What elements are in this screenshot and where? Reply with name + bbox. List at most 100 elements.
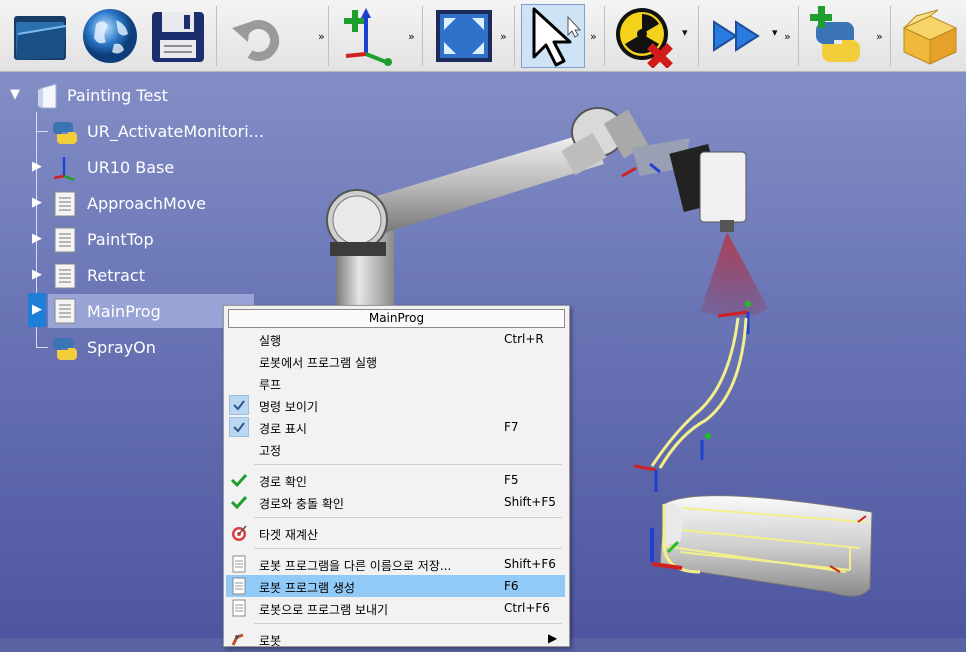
menu-item-label: 로봇으로 프로그램 보내기 xyxy=(259,603,389,617)
menu-item-label: 타겟 재계산 xyxy=(259,528,319,542)
menu-item-check-path[interactable]: 경로 확인 F5 xyxy=(226,469,565,491)
tree-root-painting-test[interactable]: ▼ Painting Test xyxy=(0,78,260,112)
menu-item-label: 로봇에서 프로그램 실행 xyxy=(259,356,378,370)
menu-item-run-on-robot[interactable]: 로봇에서 프로그램 실행 xyxy=(226,350,565,372)
robot-upper-link xyxy=(350,132,604,240)
menu-item-label: 로봇 xyxy=(259,634,282,648)
menu-item-recalculate-targets[interactable]: 타겟 재계산 xyxy=(226,522,565,544)
menu-item-save-program-as[interactable]: 로봇 프로그램을 다른 이름으로 저장... Shift+F6 xyxy=(226,553,565,575)
spray-cone xyxy=(700,232,768,318)
document-icon xyxy=(229,576,249,596)
menu-item-shortcut: F5 xyxy=(504,473,519,487)
menu-item-lock[interactable]: 고정 xyxy=(226,438,565,460)
menu-item-shortcut: Ctrl+F6 xyxy=(504,601,550,615)
save-icon xyxy=(152,12,204,62)
tree-item-label: UR10 Base xyxy=(87,158,175,177)
menu-item-label: 경로 확인 xyxy=(259,475,307,489)
menu-item-label: 고정 xyxy=(259,444,282,458)
menu-item-robot[interactable]: 로봇 ▶ xyxy=(226,628,565,650)
program-icon xyxy=(52,190,78,218)
globe-icon xyxy=(83,9,137,63)
menu-item-run[interactable]: 실행 Ctrl+R xyxy=(226,328,565,350)
fast-forward-button[interactable] xyxy=(706,4,770,68)
main-toolbar: » » » » ▾ ▾ » » xyxy=(0,0,966,72)
collision-off-icon xyxy=(616,8,673,69)
fast-forward-icon xyxy=(713,20,760,52)
add-reference-frame-icon xyxy=(344,8,392,66)
tree-item-ur10-base[interactable]: ▶ UR10 Base xyxy=(0,150,260,184)
toolbar-more-5[interactable]: » xyxy=(784,30,791,43)
toolbar-more-4[interactable]: » xyxy=(590,30,597,43)
reference-frame-icon xyxy=(52,154,78,182)
package-icon xyxy=(902,9,958,65)
toolbar-more-2[interactable]: » xyxy=(408,30,415,43)
target-icon xyxy=(229,523,249,543)
menu-item-generate-program[interactable]: 로봇 프로그램 생성 F6 xyxy=(226,575,565,597)
tree-item-approach-move[interactable]: ▶ ApproachMove xyxy=(0,186,260,220)
undo-button[interactable] xyxy=(224,4,288,68)
station-icon xyxy=(36,82,62,110)
tree-root-expander[interactable]: ▼ xyxy=(10,87,20,102)
tree-item-label: Retract xyxy=(87,266,145,285)
add-python-button[interactable] xyxy=(806,4,870,68)
menu-item-label: 로봇 프로그램 생성 xyxy=(259,581,355,595)
collision-toggle-button[interactable] xyxy=(612,4,676,69)
tree-item-paint-top[interactable]: ▶ PaintTop xyxy=(0,222,260,256)
checkmark-icon xyxy=(229,417,249,437)
tree-expander[interactable]: ▶ xyxy=(32,267,42,282)
tree-item-retract[interactable]: ▶ Retract xyxy=(0,258,260,292)
tree-item-label: UR_ActivateMonitori... xyxy=(87,122,264,141)
select-cursor-button[interactable] xyxy=(521,4,585,68)
context-menu-title: MainProg xyxy=(228,309,565,328)
add-python-icon xyxy=(810,6,860,62)
open-folder-icon xyxy=(14,16,67,60)
context-menu: MainProg 실행 Ctrl+R 로봇에서 프로그램 실행 루프 명령 보이… xyxy=(223,305,570,650)
submenu-arrow-icon: ▶ xyxy=(548,631,558,645)
document-icon xyxy=(229,598,249,618)
undo-icon xyxy=(232,20,280,61)
tree-expander[interactable]: ▶ xyxy=(32,159,42,174)
speed-dropdown[interactable]: ▾ xyxy=(772,26,778,39)
menu-item-shortcut: F7 xyxy=(504,420,519,434)
spray-gun xyxy=(699,151,747,223)
menu-item-shortcut: Shift+F6 xyxy=(504,557,556,571)
tree-item-spray-on[interactable]: SprayOn xyxy=(0,330,260,364)
tree-item-label: MainProg xyxy=(87,302,161,321)
fit-view-button[interactable] xyxy=(432,4,496,68)
menu-item-send-program-to-robot[interactable]: 로봇으로 프로그램 보내기 Ctrl+F6 xyxy=(226,597,565,619)
menu-item-label: 명령 보이기 xyxy=(259,400,319,414)
select-cursor-icon xyxy=(532,7,582,67)
fit-view-icon xyxy=(436,10,492,62)
collision-dropdown[interactable]: ▾ xyxy=(682,26,688,39)
tree-expander[interactable]: ▶ xyxy=(32,231,42,246)
menu-item-show-instructions[interactable]: 명령 보이기 xyxy=(226,394,565,416)
tree-expander[interactable]: ▶ xyxy=(32,195,42,210)
toolbar-more-1[interactable]: » xyxy=(318,30,325,43)
open-folder-button[interactable] xyxy=(8,4,72,68)
program-icon xyxy=(52,226,78,254)
menu-item-label: 경로 표시 xyxy=(259,422,307,436)
robot-icon xyxy=(229,629,249,649)
menu-item-label: 경로와 충돌 확인 xyxy=(259,497,344,511)
menu-item-label: 실행 xyxy=(259,334,282,348)
python-icon xyxy=(52,334,78,362)
menu-item-loop[interactable]: 루프 xyxy=(226,372,565,394)
add-reference-frame-button[interactable] xyxy=(336,4,400,68)
tree-item-label: SprayOn xyxy=(87,338,156,357)
tree-item-ur-activate-monitoring[interactable]: UR_ActivateMonitori... xyxy=(0,114,264,148)
tree-item-main-prog[interactable]: ▶ MainProg xyxy=(0,293,260,328)
toolbar-more-6[interactable]: » xyxy=(876,30,883,43)
menu-item-check-path-collisions[interactable]: 경로와 충돌 확인 Shift+F5 xyxy=(226,491,565,513)
globe-button[interactable] xyxy=(78,4,142,68)
python-icon xyxy=(52,118,78,146)
checkmark-icon xyxy=(229,395,249,415)
program-icon xyxy=(52,262,78,290)
program-icon xyxy=(52,297,78,325)
menu-item-label: 루프 xyxy=(259,378,282,392)
toolbar-more-3[interactable]: » xyxy=(500,30,507,43)
menu-item-show-path[interactable]: 경로 표시 F7 xyxy=(226,416,565,438)
save-button[interactable] xyxy=(146,4,210,68)
tree-root-label: Painting Test xyxy=(67,86,168,105)
package-button[interactable] xyxy=(898,4,962,68)
tree-expander[interactable]: ▶ xyxy=(28,293,46,327)
